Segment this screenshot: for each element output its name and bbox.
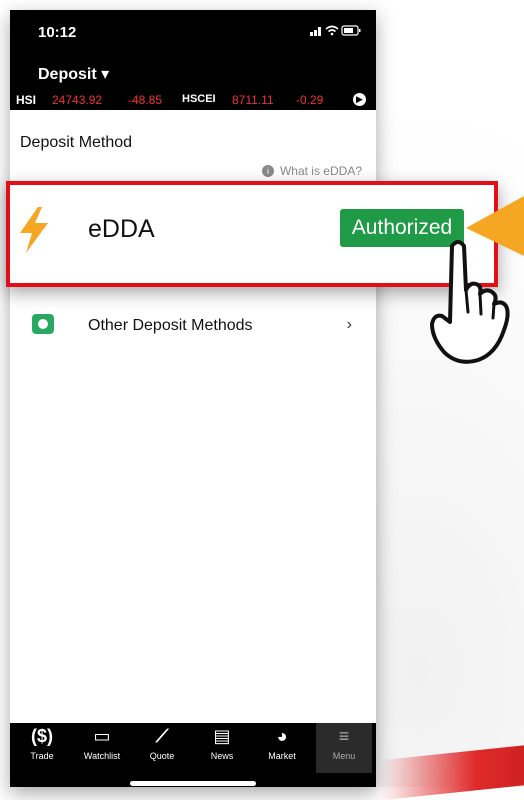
app-header: Deposit ▾ <box>10 56 376 90</box>
nav-trade[interactable]: ($) Trade <box>14 723 70 773</box>
info-icon: i <box>261 165 274 177</box>
nav-market[interactable]: ◕ Market <box>254 723 310 773</box>
nav-menu[interactable]: ≡ Menu <box>316 723 372 773</box>
nav-label: Market <box>268 751 296 761</box>
status-time: 10:12 <box>38 24 77 41</box>
menu-icon: ≡ <box>338 726 350 746</box>
status-bar: 10:12 <box>10 10 376 56</box>
quote-chart-icon: ⟋ <box>155 726 169 746</box>
index-ticker[interactable]: HSI 24743.92 -48.85 HSCEI 8711.11 -0.29 … <box>10 90 376 110</box>
nav-label: News <box>210 751 234 761</box>
edda-label: eDDA <box>88 215 155 243</box>
status-icons <box>310 24 362 39</box>
nav-news[interactable]: ▤ News <box>194 723 250 773</box>
signal-wifi-battery-icon <box>310 25 361 36</box>
other-methods-label: Other Deposit Methods <box>88 317 253 334</box>
nav-watchlist[interactable]: ▭ Watchlist <box>74 723 130 773</box>
nav-label: Quote <box>149 751 175 761</box>
hscei-value: 8711.11 <box>232 93 274 107</box>
hscei-change: -0.29 <box>296 93 324 107</box>
section-title: Deposit Method <box>20 134 133 151</box>
hscei-label: HSCEI <box>182 93 216 105</box>
hsi-label: HSI <box>16 93 37 107</box>
market-pie-icon: ◕ <box>276 726 288 746</box>
deposit-dropdown[interactable]: Deposit ▾ <box>38 64 109 84</box>
nav-label: Menu <box>332 751 356 761</box>
cash-icon <box>32 314 54 334</box>
nav-label: Watchlist <box>83 751 121 761</box>
lightning-bolt-icon <box>16 205 52 260</box>
phone-screen: 10:12 Deposit ▾ HSI 24743.92 -48.85 HSCE… <box>10 10 376 787</box>
trade-icon: ($) <box>31 726 53 746</box>
nav-label: Trade <box>30 751 54 761</box>
hsi-value: 24743.92 <box>52 93 103 107</box>
other-deposit-methods-row[interactable]: Other Deposit Methods › <box>10 300 376 354</box>
news-icon: ▤ <box>213 726 231 746</box>
chevron-right-icon: › <box>346 316 352 333</box>
home-indicator <box>130 781 256 786</box>
what-is-edda-link[interactable]: i What is eDDA? <box>261 164 362 178</box>
hsi-change: -48.85 <box>128 93 163 107</box>
watchlist-icon: ▭ <box>93 726 111 746</box>
help-link-text: What is eDDA? <box>279 164 362 178</box>
nav-quote[interactable]: ⟋ Quote <box>134 723 190 773</box>
pointing-hand-icon <box>418 238 518 373</box>
ticker-play-icon[interactable]: ▶ <box>353 93 366 106</box>
bottom-nav: ($) Trade ▭ Watchlist ⟋ Quote ▤ News ◕ M… <box>10 723 376 773</box>
